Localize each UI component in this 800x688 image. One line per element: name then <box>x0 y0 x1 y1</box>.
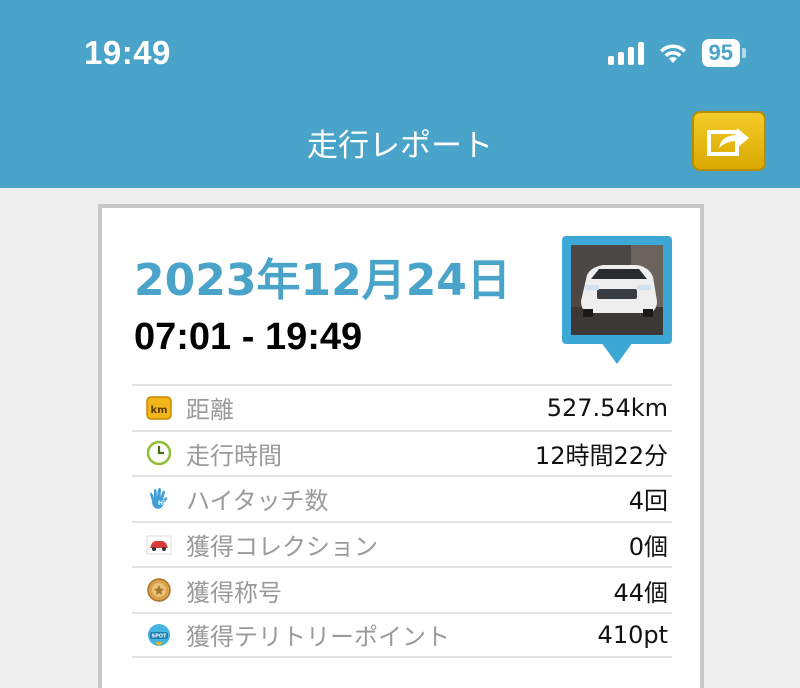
stat-row-drive-time: 走行時間 12時間22分 <box>132 429 672 476</box>
stat-label: 獲得称号 <box>186 578 282 607</box>
stat-row-collection: 獲得コレクション 0個 <box>132 520 672 567</box>
svg-text:Hi!: Hi! <box>158 500 168 507</box>
medal-icon <box>146 577 172 603</box>
stat-row-titles: 獲得称号 44個 <box>132 566 672 612</box>
stat-label: 走行時間 <box>186 441 282 470</box>
stat-row-distance: km 距離 527.54km <box>132 384 672 430</box>
stat-label: 獲得コレクション <box>186 533 378 562</box>
vehicle-photo-pin[interactable] <box>562 236 672 366</box>
wifi-icon <box>658 41 688 65</box>
stat-label: ハイタッチ数 <box>186 487 329 516</box>
svg-text:km: km <box>150 405 167 416</box>
stat-row-territory-points: SPOT 獲得テリトリーポイント 410pt <box>132 611 672 658</box>
stat-label: 距離 <box>186 396 234 425</box>
stats-table: km 距離 527.54km 走行時間 12時間22分 Hi! ハイタッチ数 4… <box>132 384 672 658</box>
page-title: 走行レポート <box>307 128 493 164</box>
app-header: 19:49 95 走行レポート <box>0 0 800 188</box>
spot-icon: SPOT <box>146 622 172 648</box>
vehicle-photo <box>571 245 663 335</box>
car-icon <box>146 532 172 558</box>
cellular-signal-icon <box>607 41 644 65</box>
stat-row-high-five: Hi! ハイタッチ数 4回 <box>132 475 672 521</box>
stat-value: 12時間22分 <box>534 441 668 470</box>
svg-text:SPOT: SPOT <box>152 633 168 639</box>
km-icon: km <box>146 395 172 421</box>
stat-value: 410pt <box>597 620 668 649</box>
report-date: 2023年12月24日 <box>134 255 511 306</box>
stat-value: 4回 <box>628 487 668 516</box>
clock-icon <box>146 440 172 466</box>
stat-label: 獲得テリトリーポイント <box>186 623 450 652</box>
stat-value: 527.54km <box>546 393 668 422</box>
report-card: 2023年12月24日 07:01 - 19:49 km 距離 527.54km… <box>98 204 704 688</box>
battery-level: 95 <box>701 39 740 67</box>
share-icon <box>707 128 749 156</box>
high-five-icon: Hi! <box>146 486 172 512</box>
stat-value: 44個 <box>613 578 668 607</box>
photo-frame <box>562 236 672 344</box>
status-time: 19:49 <box>84 34 171 71</box>
stat-value: 0個 <box>628 533 668 562</box>
status-icons: 95 <box>607 36 746 70</box>
pin-pointer <box>601 342 633 364</box>
battery-icon: 95 <box>701 39 746 67</box>
share-button[interactable] <box>692 111 766 171</box>
report-time-range: 07:01 - 19:49 <box>134 316 363 358</box>
